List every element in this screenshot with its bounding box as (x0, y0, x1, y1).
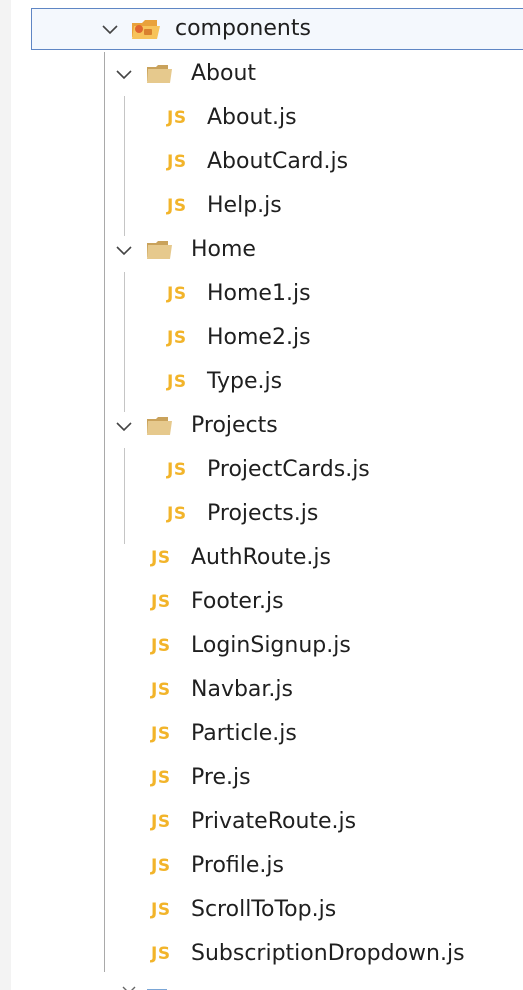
chevron-right-icon (122, 986, 167, 990)
file-label: Help.js (207, 193, 282, 218)
folder-icon (147, 417, 172, 435)
file-row-navbar-js[interactable]: JS Navbar.js (11, 668, 521, 712)
javascript-file-icon: JS (167, 284, 187, 304)
folder-row-projects[interactable]: Projects (11, 404, 521, 448)
javascript-file-icon: JS (151, 592, 171, 612)
javascript-file-icon: JS (167, 152, 187, 172)
file-row-help-js[interactable]: JS Help.js (11, 184, 521, 228)
file-row-home2-js[interactable]: JS Home2.js (11, 316, 521, 360)
file-label: ScrollToTop.js (191, 897, 337, 922)
file-label: Type.js (207, 369, 283, 394)
file-label: PrivateRoute.js (191, 809, 357, 834)
file-row-profile-js[interactable]: JS Profile.js (11, 844, 521, 888)
folder-label-components: components (175, 16, 311, 41)
file-label: Navbar.js (191, 677, 293, 702)
javascript-file-icon: JS (151, 856, 171, 876)
chevron-down-icon[interactable] (115, 65, 133, 83)
javascript-file-icon: JS (151, 680, 171, 700)
chevron-down-icon[interactable] (115, 241, 133, 259)
javascript-file-icon: JS (151, 900, 171, 920)
file-row-footer-js[interactable]: JS Footer.js (11, 580, 521, 624)
file-row-subscriptiondropdown-js[interactable]: JS SubscriptionDropdown.js (11, 932, 521, 976)
folder-icon (147, 65, 172, 83)
chevron-down-icon[interactable] (101, 20, 119, 38)
javascript-file-icon: JS (151, 724, 171, 744)
file-row-authroute-js[interactable]: JS AuthRoute.js (11, 536, 521, 580)
file-explorer-tree: components About JS About.js JS AboutCar… (11, 0, 523, 990)
file-label: Home2.js (207, 325, 311, 350)
file-label: LoginSignup.js (191, 633, 351, 658)
folder-components-icon (132, 20, 160, 39)
javascript-file-icon: JS (167, 328, 187, 348)
file-label: SubscriptionDropdown.js (191, 941, 465, 966)
javascript-file-icon: JS (151, 548, 171, 568)
file-row-scrolltotop-js[interactable]: JS ScrollToTop.js (11, 888, 521, 932)
folder-row-components[interactable]: components (11, 7, 521, 51)
file-row-projects-js[interactable]: JS Projects.js (11, 492, 521, 536)
file-label: Home1.js (207, 281, 311, 306)
folder-row-home[interactable]: Home (11, 228, 521, 272)
file-row-about-js[interactable]: JS About.js (11, 96, 521, 140)
file-row-home1-js[interactable]: JS Home1.js (11, 272, 521, 316)
file-row-particle-js[interactable]: JS Particle.js (11, 712, 521, 756)
next-row-clipped (121, 980, 181, 990)
file-label: ProjectCards.js (207, 457, 370, 482)
javascript-file-icon: JS (167, 460, 187, 480)
chevron-down-icon[interactable] (115, 417, 133, 435)
javascript-file-icon: JS (167, 108, 187, 128)
folder-label-projects: Projects (191, 413, 278, 438)
javascript-file-icon: JS (151, 944, 171, 964)
file-label: AboutCard.js (207, 149, 349, 174)
folder-row-about[interactable]: About (11, 52, 521, 96)
folder-label-about: About (191, 61, 257, 86)
file-label: Footer.js (191, 589, 284, 614)
javascript-file-icon: JS (151, 812, 171, 832)
file-label: Particle.js (191, 721, 297, 746)
folder-icon (147, 241, 172, 259)
file-label: Pre.js (191, 765, 251, 790)
file-label: AuthRoute.js (191, 545, 331, 570)
file-row-aboutcard-js[interactable]: JS AboutCard.js (11, 140, 521, 184)
explorer-gutter (0, 0, 11, 990)
javascript-file-icon: JS (167, 196, 187, 216)
javascript-file-icon: JS (167, 504, 187, 524)
javascript-file-icon: JS (167, 372, 187, 392)
file-row-pre-js[interactable]: JS Pre.js (11, 756, 521, 800)
file-row-type-js[interactable]: JS Type.js (11, 360, 521, 404)
javascript-file-icon: JS (151, 768, 171, 788)
javascript-file-icon: JS (151, 636, 171, 656)
file-row-privateroute-js[interactable]: JS PrivateRoute.js (11, 800, 521, 844)
file-row-loginsignup-js[interactable]: JS LoginSignup.js (11, 624, 521, 668)
file-label: Profile.js (191, 853, 284, 878)
file-row-projectcards-js[interactable]: JS ProjectCards.js (11, 448, 521, 492)
file-label: About.js (207, 105, 297, 130)
file-label: Projects.js (207, 501, 319, 526)
folder-label-home: Home (191, 237, 256, 262)
